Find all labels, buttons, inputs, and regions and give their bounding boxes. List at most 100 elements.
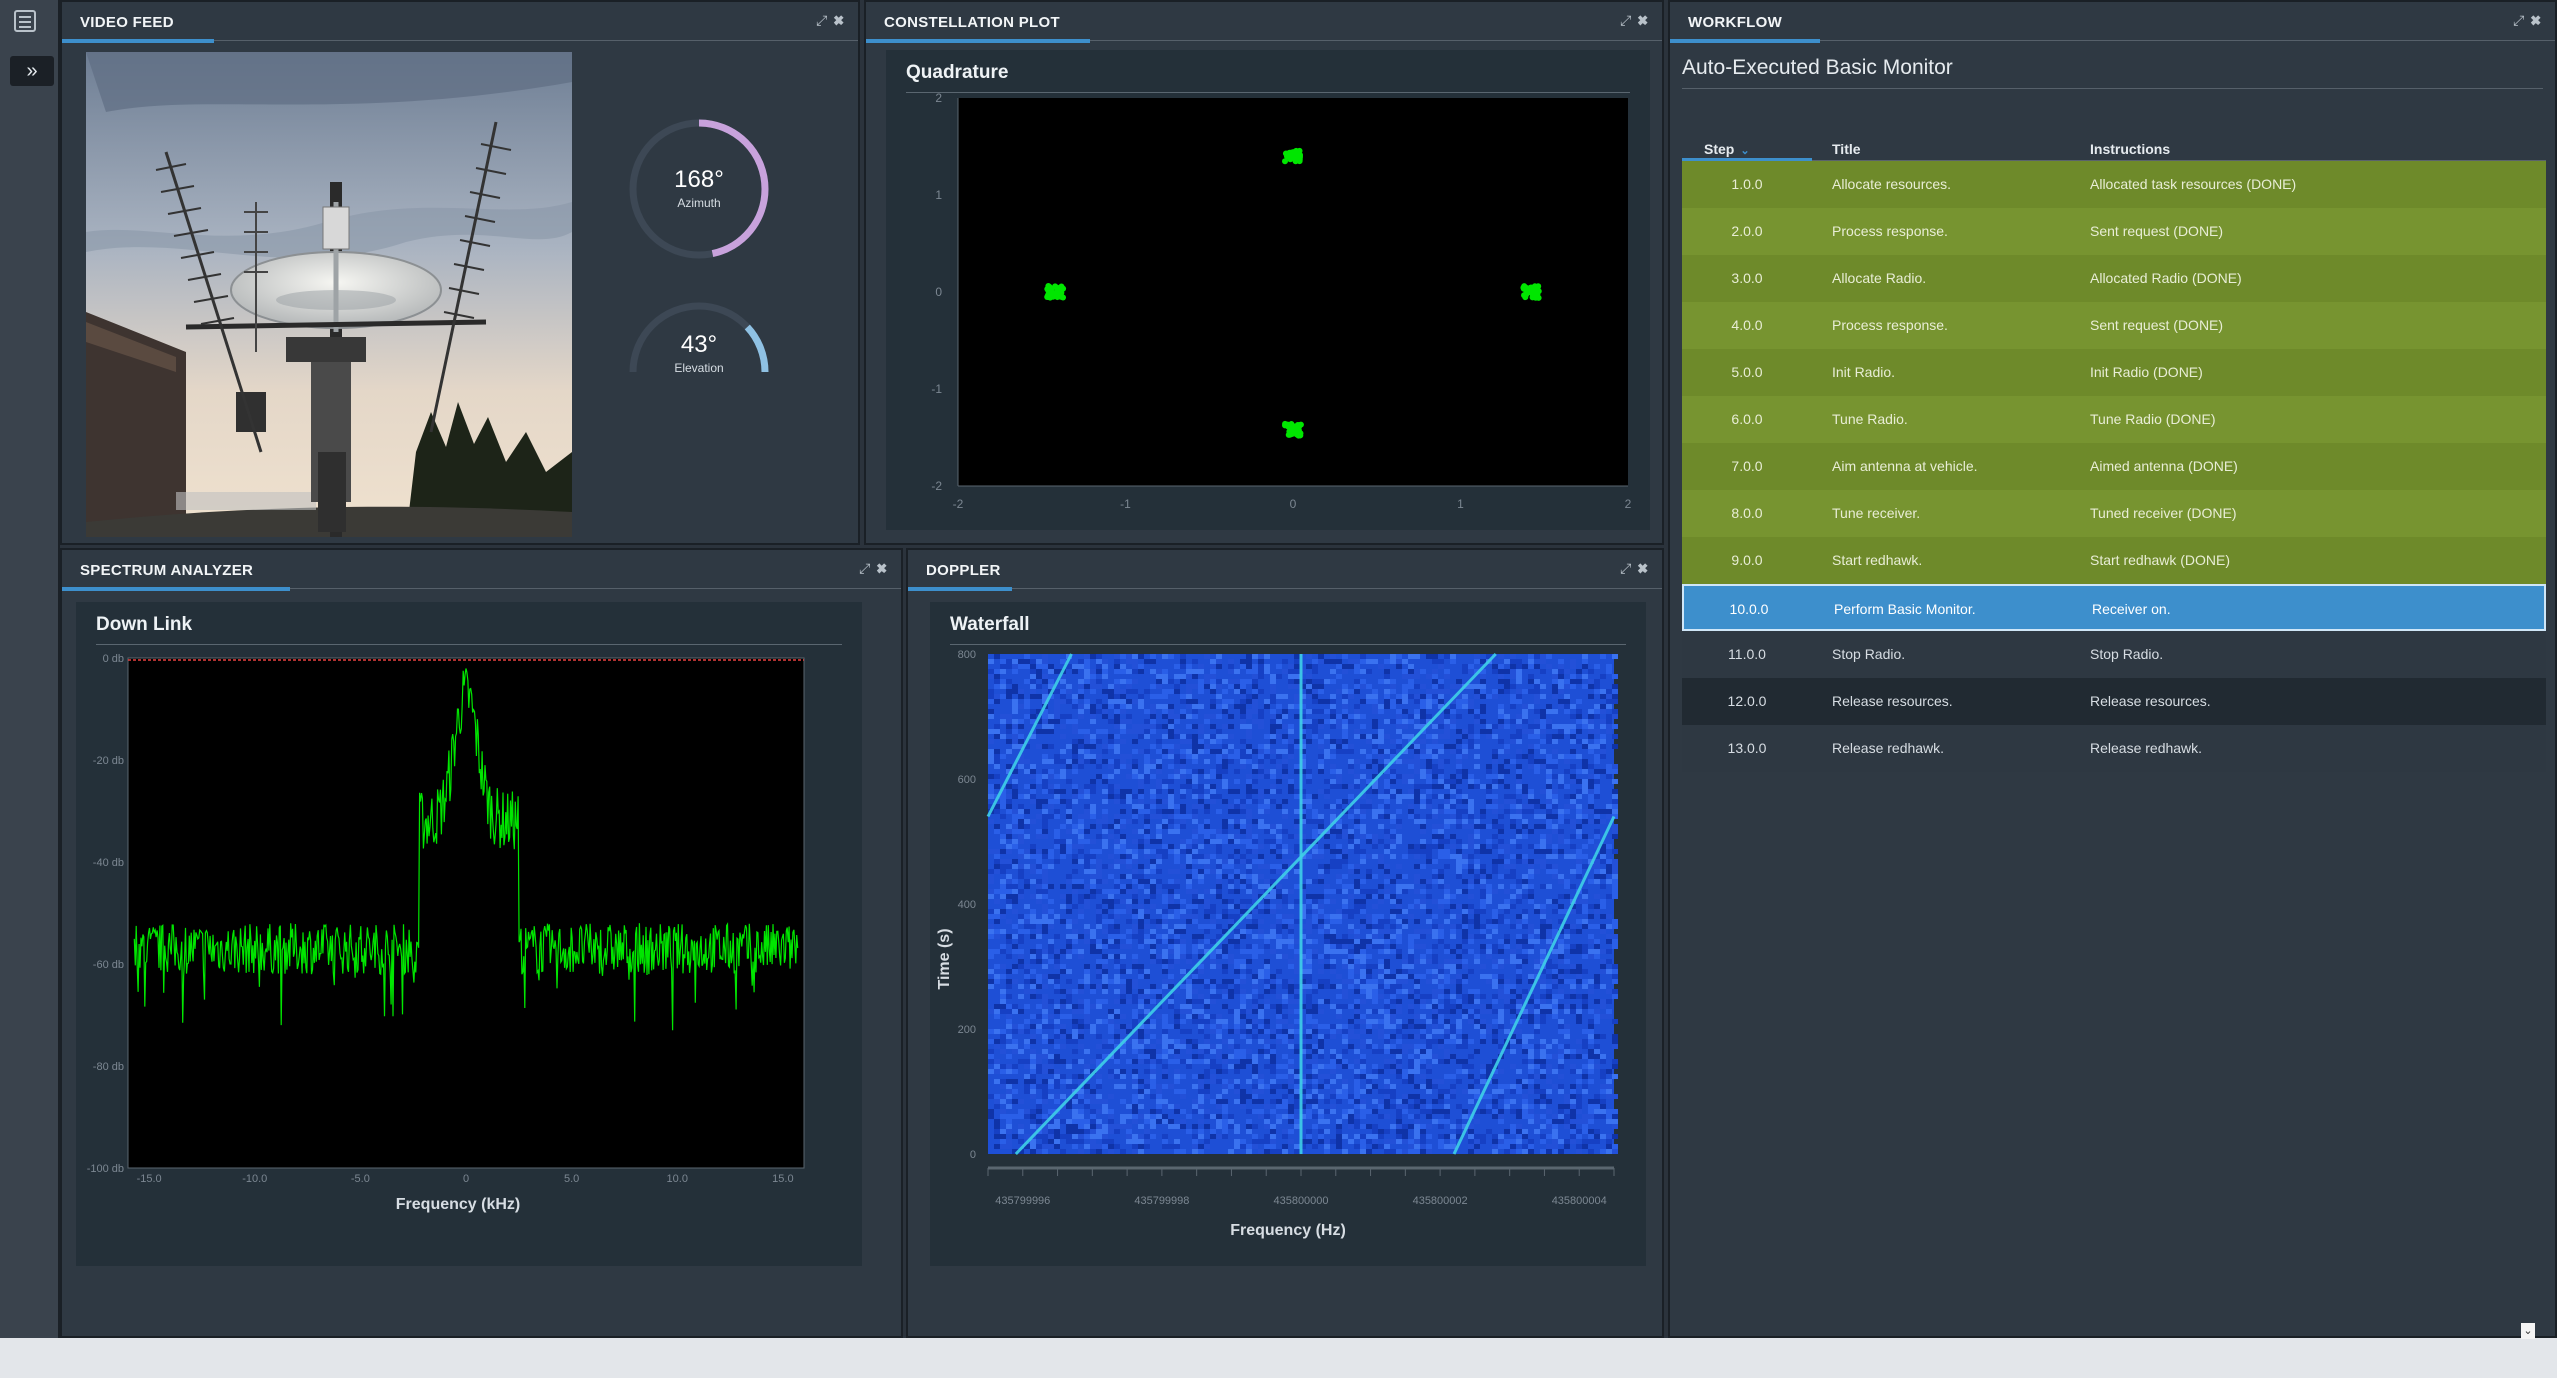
heatmap-cell	[1132, 669, 1138, 674]
heatmap-cell	[1600, 819, 1606, 824]
close-icon[interactable]: ✖	[833, 12, 850, 28]
heatmap-cell	[1090, 939, 1096, 944]
heatmap-cell	[1138, 779, 1144, 784]
heatmap-cell	[1246, 799, 1252, 804]
table-row[interactable]: 3.0.0 Allocate Radio. Allocated Radio (DON…	[1682, 255, 2546, 302]
heatmap-cell	[1246, 749, 1252, 754]
table-row[interactable]: 9.0.0 Start redhawk. Start redhawk (DONE)	[1682, 537, 2546, 584]
heatmap-cell	[1234, 969, 1240, 974]
heatmap-cell	[1000, 1029, 1006, 1034]
heatmap-cell	[1594, 784, 1600, 789]
table-row[interactable]: 11.0.0 Stop Radio. Stop Radio.	[1682, 631, 2546, 678]
heatmap-cell	[1336, 799, 1342, 804]
chevron-double-right-icon[interactable]: »	[10, 56, 54, 86]
heatmap-cell	[1372, 694, 1378, 699]
heatmap-cell	[1408, 764, 1414, 769]
heatmap-cell	[1354, 909, 1360, 914]
heatmap-cell	[1042, 924, 1048, 929]
heatmap-cell	[1552, 679, 1558, 684]
heatmap-cell	[1204, 999, 1210, 1004]
table-row[interactable]: 8.0.0 Tune receiver. Tuned receiver (DONE)	[1682, 490, 2546, 537]
heatmap-cell	[1246, 829, 1252, 834]
heatmap-cell	[1594, 689, 1600, 694]
heatmap-cell	[1432, 809, 1438, 814]
maximize-icon[interactable]: ⤢	[1620, 560, 1637, 576]
menu-icon[interactable]	[14, 10, 36, 32]
column-header-instructions[interactable]: Instructions	[2090, 141, 2170, 157]
heatmap-cell	[1306, 894, 1312, 899]
heatmap-cell	[1348, 1044, 1354, 1049]
heatmap-cell	[1426, 1049, 1432, 1054]
heatmap-cell	[1282, 709, 1288, 714]
heatmap-cell	[1000, 964, 1006, 969]
heatmap-cell	[1138, 909, 1144, 914]
heatmap-cell	[1372, 744, 1378, 749]
constellation-point	[1287, 151, 1294, 158]
close-icon[interactable]: ✖	[1637, 560, 1654, 576]
heatmap-cell	[1000, 909, 1006, 914]
maximize-icon[interactable]: ⤢	[1620, 12, 1637, 28]
heatmap-cell	[1240, 974, 1246, 979]
heatmap-cell	[1096, 729, 1102, 734]
heatmap-cell	[1132, 874, 1138, 879]
heatmap-cell	[1234, 1024, 1240, 1029]
column-header-step[interactable]: Step ⌄	[1704, 141, 1750, 157]
heatmap-cell	[1102, 814, 1108, 819]
heatmap-cell	[1372, 739, 1378, 744]
heatmap-cell	[1516, 894, 1522, 899]
heatmap-cell	[1054, 774, 1060, 779]
heatmap-cell	[1528, 979, 1534, 984]
heatmap-cell	[1168, 729, 1174, 734]
table-row[interactable]: 4.0.0 Process response. Sent request (DONE…	[1682, 302, 2546, 349]
heatmap-cell	[1114, 744, 1120, 749]
heatmap-cell	[1066, 689, 1072, 694]
maximize-icon[interactable]: ⤢	[859, 560, 876, 576]
heatmap-cell	[1204, 809, 1210, 814]
heatmap-cell	[1294, 1009, 1300, 1014]
close-icon[interactable]: ✖	[2530, 12, 2547, 28]
heatmap-cell	[1216, 994, 1222, 999]
table-row[interactable]: 2.0.0 Process response. Sent request (DONE…	[1682, 208, 2546, 255]
table-row[interactable]: 5.0.0 Init Radio. Init Radio (DONE)	[1682, 349, 2546, 396]
heatmap-cell	[1258, 804, 1264, 809]
heatmap-cell	[1426, 1004, 1432, 1009]
table-row[interactable]: 10.0.0 Perform Basic Monitor. Receiver on.	[1682, 584, 2546, 631]
table-row[interactable]: 6.0.0 Tune Radio. Tune Radio (DONE)	[1682, 396, 2546, 443]
heatmap-cell	[1192, 869, 1198, 874]
heatmap-cell	[1102, 704, 1108, 709]
maximize-icon[interactable]: ⤢	[816, 12, 833, 28]
table-row[interactable]: 13.0.0 Release redhawk. Release redhawk.	[1682, 725, 2546, 772]
heatmap-cell	[1204, 1039, 1210, 1044]
table-row[interactable]: 12.0.0 Release resources. Release resource…	[1682, 678, 2546, 725]
table-row[interactable]: 7.0.0 Aim antenna at vehicle. Aimed antenn…	[1682, 443, 2546, 490]
column-header-title[interactable]: Title	[1832, 141, 1861, 157]
heatmap-cell	[1570, 924, 1576, 929]
heatmap-cell	[1594, 794, 1600, 799]
heatmap-cell	[1156, 669, 1162, 674]
heatmap-cell	[1582, 1039, 1588, 1044]
heatmap-cell	[994, 914, 1000, 919]
heatmap-cell	[1480, 1009, 1486, 1014]
heatmap-cell	[1210, 659, 1216, 664]
table-row[interactable]: 1.0.0 Allocate resources. Allocated task r…	[1682, 161, 2546, 208]
heatmap-cell	[1318, 904, 1324, 909]
heatmap-cell	[1594, 984, 1600, 989]
heatmap-cell	[1042, 1009, 1048, 1014]
heatmap-cell	[1402, 1049, 1408, 1054]
close-icon[interactable]: ✖	[1637, 12, 1654, 28]
heatmap-cell	[1354, 949, 1360, 954]
heatmap-cell	[1306, 919, 1312, 924]
heatmap-cell	[1168, 724, 1174, 729]
heatmap-cell	[1120, 729, 1126, 734]
heatmap-cell	[1156, 789, 1162, 794]
close-icon[interactable]: ✖	[876, 560, 893, 576]
heatmap-cell	[1462, 1009, 1468, 1014]
heatmap-cell	[1564, 884, 1570, 889]
heatmap-cell	[1216, 759, 1222, 764]
heatmap-cell	[1264, 909, 1270, 914]
heatmap-cell	[1012, 794, 1018, 799]
maximize-icon[interactable]: ⤢	[2513, 12, 2530, 28]
heatmap-cell	[1402, 774, 1408, 779]
heatmap-cell	[1234, 1014, 1240, 1019]
heatmap-cell	[1534, 964, 1540, 969]
